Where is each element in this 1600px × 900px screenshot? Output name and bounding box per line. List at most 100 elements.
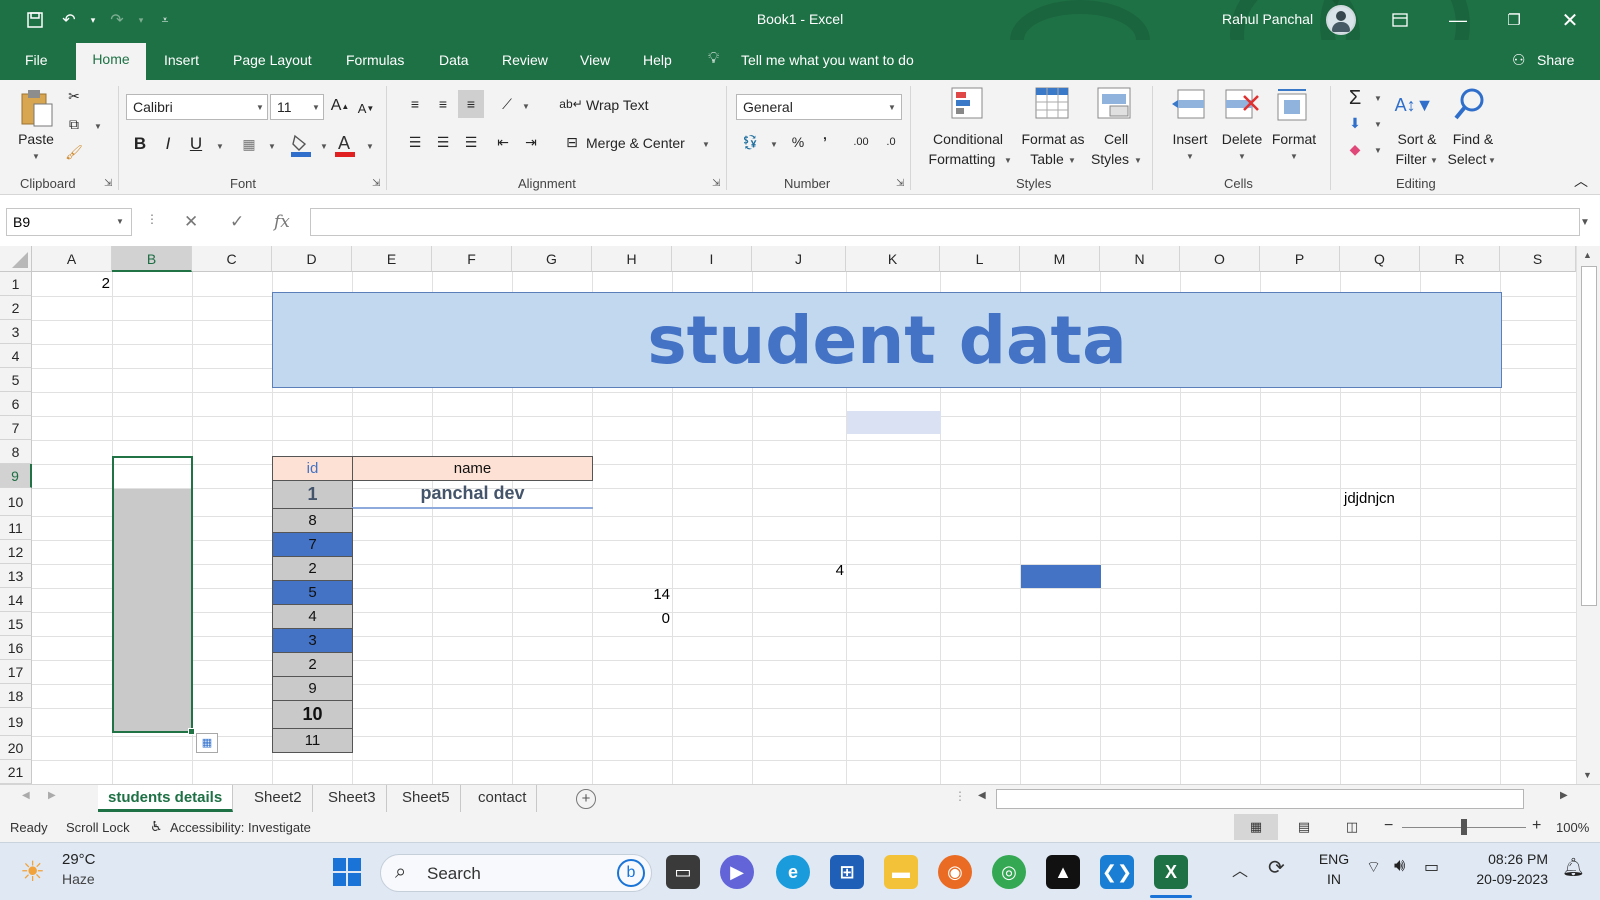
tab-data[interactable]: Data xyxy=(439,50,469,80)
comma-button[interactable]: ʼ xyxy=(816,130,834,154)
file-explorer-icon[interactable]: ▬ xyxy=(884,855,918,889)
user-name[interactable]: Rahul Panchal xyxy=(1222,11,1313,27)
next-sheet-icon[interactable]: ▶ xyxy=(48,790,56,801)
task-view-icon[interactable]: ▭ xyxy=(666,855,700,889)
save-icon[interactable] xyxy=(22,8,48,32)
tab-review[interactable]: Review xyxy=(502,50,548,80)
row-header-9[interactable]: 9 xyxy=(0,464,32,488)
vertical-scroll-thumb[interactable] xyxy=(1581,266,1597,606)
column-header-o[interactable]: O xyxy=(1180,246,1260,272)
tab-home[interactable]: Home xyxy=(76,43,146,80)
close-icon[interactable]: ✕ xyxy=(1542,0,1598,40)
share-person-icon[interactable]: ⚇ xyxy=(1512,49,1525,79)
show-hidden-icons-icon[interactable]: ︿ xyxy=(1232,857,1248,881)
number-format-dropdown-icon[interactable]: ▼ xyxy=(888,103,896,112)
weather-desc[interactable]: Haze xyxy=(62,871,95,887)
decrease-font-icon[interactable]: A ▼ xyxy=(356,96,376,120)
id-cell[interactable]: 8 xyxy=(272,508,353,533)
formula-input[interactable] xyxy=(310,208,1580,236)
redo-dropdown-icon[interactable]: ▾ xyxy=(128,8,154,32)
delete-cells-icon[interactable] xyxy=(1222,86,1260,124)
accounting-dropdown-icon[interactable]: ▼ xyxy=(770,140,778,149)
column-header-r[interactable]: R xyxy=(1420,246,1500,272)
decrease-indent-icon[interactable]: ⇤ xyxy=(492,130,514,154)
wrap-text-button[interactable]: Wrap Text xyxy=(586,96,649,114)
formula-bar-handle-icon[interactable]: ⋮ xyxy=(146,212,158,226)
accounting-format-icon[interactable]: 💱︎ xyxy=(738,130,762,154)
sort-dropdown-icon[interactable]: ▼ xyxy=(1430,156,1438,165)
tab-view[interactable]: View xyxy=(580,50,610,80)
volume-icon[interactable]: 🔊︎ xyxy=(1394,855,1405,876)
scroll-left-icon[interactable]: ◀ xyxy=(978,790,986,801)
format-cells-icon[interactable] xyxy=(1274,86,1312,124)
autosum-icon[interactable]: Σ xyxy=(1344,86,1366,110)
zoom-in-icon[interactable]: + xyxy=(1532,817,1541,835)
bold-button[interactable]: B xyxy=(130,132,150,156)
row-header-13[interactable]: 13 xyxy=(0,564,32,588)
wrap-text-icon[interactable]: ab↵ xyxy=(559,94,582,114)
affinity-icon[interactable]: ▲ xyxy=(1046,855,1080,889)
insert-dropdown-icon[interactable]: ▼ xyxy=(1186,152,1194,161)
lightbulb-icon[interactable]: 💡︎ xyxy=(708,48,719,78)
row-header-21[interactable]: 21 xyxy=(0,760,32,784)
cell-a1[interactable]: 2 xyxy=(32,275,110,292)
increase-decimal-button[interactable]: .00 xyxy=(848,130,874,154)
cell-q10[interactable]: jdjdnjcn xyxy=(1344,490,1434,507)
underline-dropdown-icon[interactable]: ▼ xyxy=(216,142,224,151)
percent-button[interactable]: % xyxy=(788,130,808,154)
orientation-icon[interactable]: ⟋ xyxy=(496,92,518,116)
find-select-label-2[interactable]: Select xyxy=(1442,150,1492,168)
zoom-slider-thumb[interactable] xyxy=(1461,819,1467,835)
fill-icon[interactable]: ⬇ xyxy=(1344,112,1366,134)
column-header-j[interactable]: J xyxy=(752,246,846,272)
id-cell[interactable]: 10 xyxy=(272,700,353,729)
id-cell[interactable]: 3 xyxy=(272,628,353,653)
merge-dropdown-icon[interactable]: ▼ xyxy=(702,140,710,149)
battery-icon[interactable]: ▭ xyxy=(1424,857,1439,877)
font-size-dropdown-icon[interactable]: ▼ xyxy=(312,103,320,112)
align-left-icon[interactable]: ☰ xyxy=(404,130,426,154)
name-cell-1[interactable]: panchal dev xyxy=(352,480,593,509)
row-header-4[interactable]: 4 xyxy=(0,344,32,368)
cancel-formula-icon[interactable]: ✕ xyxy=(184,212,198,232)
row-header-20[interactable]: 20 xyxy=(0,736,32,760)
minimize-icon[interactable]: — xyxy=(1430,0,1486,40)
name-box[interactable]: B9 xyxy=(6,208,132,236)
clock-time[interactable]: 08:26 PM xyxy=(1462,851,1548,867)
bing-icon[interactable]: b xyxy=(617,859,645,887)
cell-k7-fill[interactable] xyxy=(847,411,941,434)
bottom-align-icon[interactable]: ≡ xyxy=(458,90,484,118)
horizontal-scrollbar[interactable] xyxy=(996,789,1524,809)
format-as-table-label-1[interactable]: Format as xyxy=(1016,130,1090,148)
vscode-icon[interactable]: ❮❯ xyxy=(1100,855,1134,889)
share-button[interactable]: Share xyxy=(1537,50,1574,80)
tab-formulas[interactable]: Formulas xyxy=(346,50,404,80)
column-header-i[interactable]: I xyxy=(672,246,752,272)
notifications-icon[interactable]: 🔔︎ xyxy=(1562,857,1585,878)
chat-icon[interactable]: ▶ xyxy=(720,855,754,889)
firefox-icon[interactable]: ◉ xyxy=(938,855,972,889)
id-cell[interactable]: 2 xyxy=(272,652,353,677)
wifi-icon[interactable]: ⌔ xyxy=(1366,857,1381,877)
row-header-12[interactable]: 12 xyxy=(0,540,32,564)
id-cell-1[interactable]: 1 xyxy=(272,480,353,509)
enter-formula-icon[interactable]: ✓ xyxy=(230,212,244,232)
tab-split-handle-icon[interactable]: ⋮ xyxy=(954,789,966,803)
row-header-15[interactable]: 15 xyxy=(0,612,32,636)
column-header-d[interactable]: D xyxy=(272,246,352,272)
id-cell[interactable]: 2 xyxy=(272,556,353,581)
fill-color-dropdown-icon[interactable]: ▼ xyxy=(320,142,328,151)
find-select-label-1[interactable]: Find & xyxy=(1448,130,1498,148)
tab-file[interactable]: File xyxy=(25,50,48,80)
scroll-up-icon[interactable]: ▲ xyxy=(1583,250,1592,260)
column-header-k[interactable]: K xyxy=(846,246,940,272)
paste-dropdown-icon[interactable]: ▼ xyxy=(32,152,40,161)
selection-border[interactable] xyxy=(112,456,193,733)
font-color-icon[interactable]: A xyxy=(334,132,356,158)
cut-icon[interactable]: ✂ xyxy=(64,86,84,106)
zoom-level[interactable]: 100% xyxy=(1556,820,1589,835)
worksheet-grid[interactable]: A B C D E F G H I J K L M N O P Q R S 1 … xyxy=(0,246,1600,784)
column-header-a[interactable]: A xyxy=(32,246,112,272)
column-header-e[interactable]: E xyxy=(352,246,432,272)
id-cell[interactable]: 5 xyxy=(272,580,353,605)
